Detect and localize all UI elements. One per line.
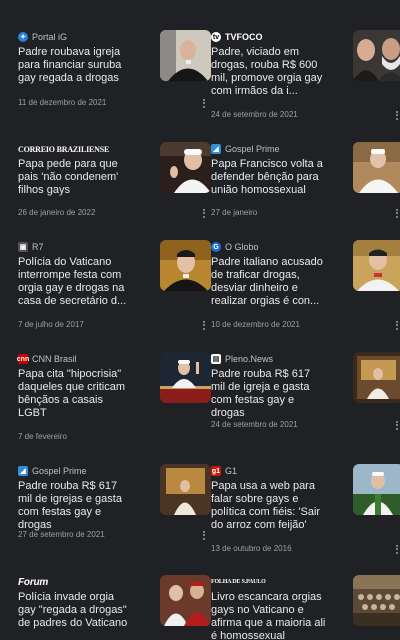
news-thumbnail[interactable] — [353, 240, 400, 291]
gospel-prime-icon: ◢ — [211, 144, 221, 154]
news-thumbnail[interactable] — [160, 30, 211, 81]
news-date: 27 de janeiro — [211, 208, 258, 217]
news-date: 27 de setembro de 2021 — [18, 530, 105, 539]
cnn-brasil-icon: cnn — [16, 354, 30, 364]
news-card[interactable]: g1 G1 Papa usa a web para falar sobre ga… — [211, 464, 400, 556]
r7-icon: ▣ — [18, 242, 28, 252]
news-date: 7 de fevereiro — [18, 432, 67, 441]
news-headline[interactable]: Polícia do Vaticano interrompe festa com… — [18, 256, 133, 308]
news-thumbnail[interactable] — [160, 142, 211, 193]
news-thumbnail[interactable] — [353, 352, 400, 403]
news-card[interactable]: CORREIO BRAZILIENSE Papa pede para que p… — [18, 142, 211, 222]
more-options-icon[interactable] — [197, 318, 211, 332]
news-headline[interactable]: Padre rouba R$ 617 mil de igreja e gasta… — [211, 368, 326, 420]
news-headline[interactable]: Padre italiano acusado de traficar droga… — [211, 256, 326, 308]
news-card[interactable]: ◢ Gospel Prime Padre rouba R$ 617 mil de… — [18, 464, 211, 544]
more-options-icon[interactable] — [390, 542, 400, 556]
news-headline[interactable]: Papa usa a web para falar sobre gays e p… — [211, 480, 326, 532]
news-card[interactable]: ▣ R7 Polícia do Vaticano interrompe fest… — [18, 240, 211, 332]
folha-logo: FOLHA DE S.PAULO — [211, 579, 266, 585]
news-thumbnail[interactable] — [353, 142, 400, 193]
news-card[interactable]: FOLHA DE S.PAULO Livro escancara orgias … — [211, 575, 400, 640]
news-card[interactable]: ◢ Gospel Prime Papa Francisco volta a de… — [211, 142, 400, 222]
news-card[interactable]: ▤ Pleno.News Padre rouba R$ 617 mil de i… — [211, 352, 400, 432]
news-date: 24 de setembro de 2021 — [211, 420, 298, 429]
portal-ig-icon: ✦ — [18, 32, 28, 42]
news-date: 11 de dezembro de 2021 — [18, 98, 107, 107]
news-headline[interactable]: Livro escancara orgias gays no Vaticano … — [211, 591, 326, 640]
more-options-icon[interactable] — [390, 418, 400, 432]
g1-icon: g1 — [211, 466, 221, 476]
forum-logo: Forum — [18, 576, 49, 588]
news-headline[interactable]: Padre rouba R$ 617 mil de igrejas e gast… — [18, 480, 133, 532]
news-headline[interactable]: Padre roubava igreja para financiar suru… — [18, 46, 133, 85]
news-date: 7 de julho de 2017 — [18, 320, 84, 329]
news-date: 24 de setembro de 2021 — [211, 110, 298, 119]
news-date: 10 de dezembro de 2021 — [211, 320, 300, 329]
news-thumbnail[interactable] — [353, 30, 400, 81]
news-card[interactable]: cnn CNN Brasil Papa cita "hipocrisia" da… — [16, 352, 211, 444]
news-thumbnail[interactable] — [160, 352, 211, 403]
pleno-news-icon: ▤ — [211, 354, 221, 364]
news-card[interactable]: tv TVFOCO Padre, viciado em drogas, roub… — [211, 30, 400, 122]
correio-braziliense-logo: CORREIO BRAZILIENSE — [18, 144, 110, 154]
news-thumbnail[interactable] — [353, 464, 400, 515]
news-headline[interactable]: Papa pede para que pais 'não condenem' f… — [18, 158, 133, 197]
news-thumbnail[interactable] — [160, 575, 211, 626]
more-options-icon[interactable] — [197, 528, 211, 542]
news-headline[interactable]: Padre, viciado em drogas, rouba R$ 600 m… — [211, 46, 326, 98]
gospel-prime-icon: ◢ — [18, 466, 28, 476]
more-options-icon[interactable] — [197, 206, 211, 220]
news-thumbnail[interactable] — [160, 464, 211, 515]
more-options-icon[interactable] — [197, 96, 211, 110]
news-card[interactable]: G O Globo Padre italiano acusado de traf… — [211, 240, 400, 332]
news-thumbnail[interactable] — [353, 575, 400, 626]
more-options-icon[interactable] — [390, 318, 400, 332]
news-grid: ✦ Portal iG Padre roubava igreja para fi… — [0, 0, 400, 640]
news-headline[interactable]: Polícia invade orgia gay "regada a droga… — [18, 591, 133, 630]
news-thumbnail[interactable] — [160, 240, 211, 291]
o-globo-icon: G — [211, 242, 221, 252]
tv-foco-icon: tv — [211, 32, 221, 42]
news-date: 13 de outubro de 2016 — [211, 544, 292, 553]
news-headline[interactable]: Papa Francisco volta a defender bênção p… — [211, 158, 326, 197]
news-card[interactable]: Forum Polícia invade orgia gay "regada a… — [18, 575, 211, 639]
news-headline[interactable]: Papa cita "hipocrisia" daqueles que crit… — [18, 368, 133, 420]
news-card[interactable]: ✦ Portal iG Padre roubava igreja para fi… — [18, 30, 211, 110]
more-options-icon[interactable] — [390, 206, 400, 220]
more-options-icon[interactable] — [390, 108, 400, 122]
news-date: 26 de janeiro de 2022 — [18, 208, 96, 217]
